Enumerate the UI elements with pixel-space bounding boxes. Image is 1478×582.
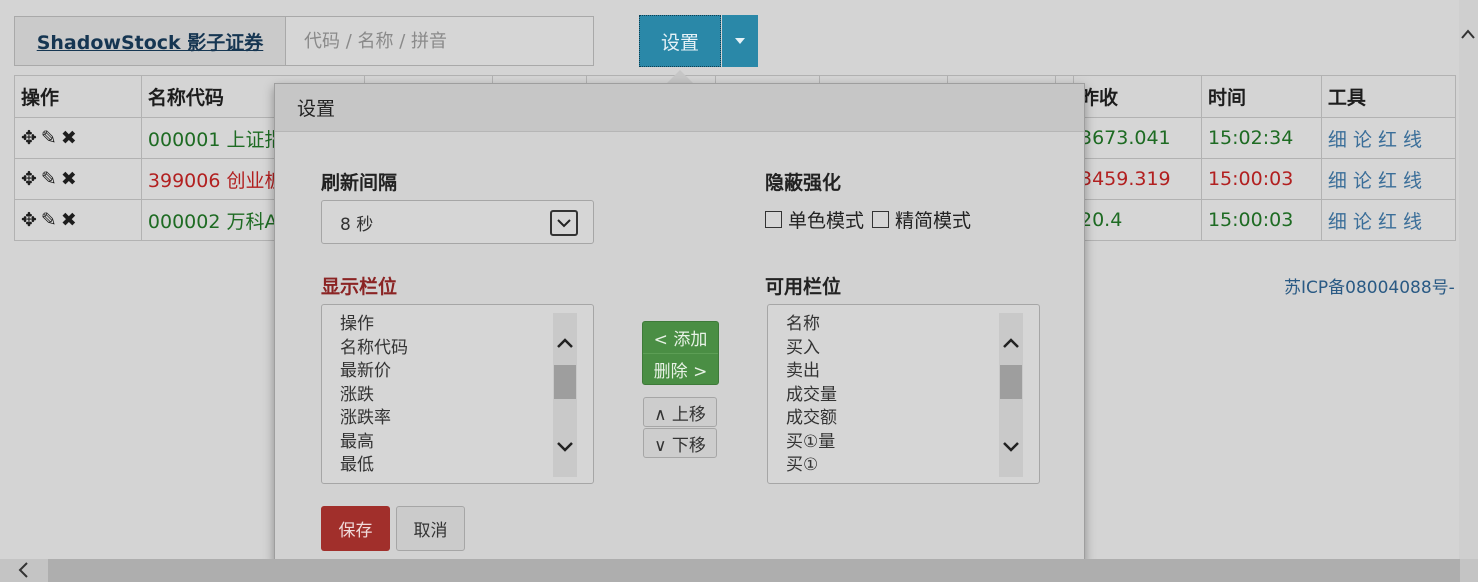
chevron-left-icon[interactable]	[18, 561, 28, 582]
tool-link-forum[interactable]: 论	[1353, 211, 1372, 233]
tool-link-forum[interactable]: 论	[1353, 129, 1372, 151]
brand-logo[interactable]: ShadowStock 影子证券	[15, 17, 286, 65]
col-header-prev-close[interactable]: 昨收	[1072, 75, 1202, 118]
hide-enhance-label: 隐蔽强化	[765, 172, 842, 194]
tools-cell: 细论红线	[1320, 199, 1457, 241]
tools-cell: 细论红线	[1320, 117, 1457, 159]
tool-link-red[interactable]: 红	[1378, 211, 1397, 233]
chevron-up-icon[interactable]	[999, 331, 1023, 355]
prev-close-cell: 3673.041	[1072, 117, 1202, 159]
edit-icon[interactable]: ✎	[41, 168, 61, 190]
chevron-up-icon[interactable]	[553, 331, 577, 355]
tool-link-detail[interactable]: 细	[1328, 129, 1347, 151]
time-cell: 15:02:34	[1200, 117, 1322, 159]
simple-mode-checkbox[interactable]: 精简模式	[872, 206, 971, 233]
remove-field-button[interactable]: 删除 >	[643, 353, 718, 384]
tool-link-red[interactable]: 红	[1378, 129, 1397, 151]
save-button[interactable]: 保存	[321, 506, 390, 551]
icp-link[interactable]: 苏ICP备08004088号-	[1284, 273, 1455, 298]
settings-modal: 设置 刷新间隔 8 秒 隐蔽强化 单色模式 精简模式 显示栏位 可用栏位 操作 …	[274, 83, 1085, 563]
search-input[interactable]	[286, 17, 593, 65]
chevron-down-icon[interactable]	[553, 435, 577, 459]
scroll-thumb[interactable]	[554, 365, 576, 399]
display-fields-label: 显示栏位	[321, 276, 398, 298]
delete-icon[interactable]: ✖	[61, 127, 81, 149]
mono-mode-label: 单色模式	[788, 210, 865, 232]
chevron-up-icon[interactable]	[1461, 24, 1475, 43]
edit-icon[interactable]: ✎	[41, 127, 61, 149]
move-icon[interactable]: ✥	[21, 209, 41, 231]
edit-icon[interactable]: ✎	[41, 209, 61, 231]
settings-button-label: 设置	[660, 31, 699, 54]
modal-header: 设置	[275, 84, 1084, 132]
tools-cell: 细论红线	[1320, 158, 1457, 200]
mode-checkboxes: 单色模式 精简模式	[765, 206, 979, 233]
add-remove-group: < 添加 删除 >	[642, 321, 719, 385]
scroll-thumb[interactable]	[1000, 365, 1022, 399]
vertical-scrollbar[interactable]	[1459, 0, 1478, 560]
tool-link-detail[interactable]: 细	[1328, 211, 1347, 233]
available-fields-label: 可用栏位	[765, 276, 842, 298]
move-icon[interactable]: ✥	[21, 127, 41, 149]
tool-link-line[interactable]: 线	[1403, 170, 1422, 192]
scroll-thumb[interactable]	[48, 559, 1460, 582]
refresh-interval-label: 刷新间隔	[321, 172, 398, 194]
list-scrollbar[interactable]	[553, 313, 577, 477]
prev-close-cell: 3459.319	[1072, 158, 1202, 200]
horizontal-scrollbar[interactable]	[0, 559, 1478, 582]
tool-link-detail[interactable]: 细	[1328, 170, 1347, 192]
settings-button[interactable]: 设置	[639, 15, 721, 67]
cancel-button[interactable]: 取消	[396, 506, 465, 551]
mono-mode-checkbox[interactable]: 单色模式	[765, 206, 864, 233]
caret-down-icon	[735, 38, 745, 44]
checkbox-box[interactable]	[765, 211, 782, 228]
delete-icon[interactable]: ✖	[61, 209, 81, 231]
refresh-interval-value: 8 秒	[340, 214, 374, 235]
row-ops: ✥✎✖	[14, 199, 142, 241]
checkbox-box[interactable]	[872, 211, 890, 228]
add-field-button[interactable]: < 添加	[643, 322, 718, 353]
tool-link-line[interactable]: 线	[1403, 211, 1422, 233]
col-header-tools[interactable]: 工具	[1320, 75, 1457, 118]
tool-link-forum[interactable]: 论	[1353, 170, 1372, 192]
time-cell: 15:00:03	[1200, 158, 1322, 200]
list-scrollbar[interactable]	[999, 313, 1023, 477]
time-cell: 15:00:03	[1200, 199, 1322, 241]
brand-search-group: ShadowStock 影子证券	[14, 16, 594, 66]
modal-title: 设置	[297, 98, 336, 120]
chevron-down-icon[interactable]	[550, 210, 578, 236]
move-icon[interactable]: ✥	[21, 168, 41, 190]
tool-link-line[interactable]: 线	[1403, 129, 1422, 151]
display-fields-list[interactable]: 操作 名称代码 最新价 涨跌 涨跌率 最高 最低	[321, 304, 594, 484]
simple-mode-label: 精简模式	[895, 210, 972, 232]
prev-close-cell: 20.4	[1072, 199, 1202, 241]
move-up-button[interactable]: ∧ 上移	[643, 397, 717, 427]
tool-link-red[interactable]: 红	[1378, 170, 1397, 192]
refresh-interval-select[interactable]: 8 秒	[321, 200, 594, 244]
popover-arrow	[666, 70, 694, 84]
chevron-down-icon[interactable]	[999, 435, 1023, 459]
delete-icon[interactable]: ✖	[61, 168, 81, 190]
settings-dropdown-toggle[interactable]	[722, 15, 758, 67]
col-header-ops[interactable]: 操作	[14, 75, 142, 118]
row-ops: ✥✎✖	[14, 158, 142, 200]
move-down-button[interactable]: ∨ 下移	[643, 428, 717, 458]
brand-text[interactable]: ShadowStock 影子证券	[37, 28, 264, 55]
col-header-time[interactable]: 时间	[1200, 75, 1322, 118]
row-ops: ✥✎✖	[14, 117, 142, 159]
available-fields-list[interactable]: 名称 买入 卖出 成交量 成交额 买①量 买①	[767, 304, 1040, 484]
